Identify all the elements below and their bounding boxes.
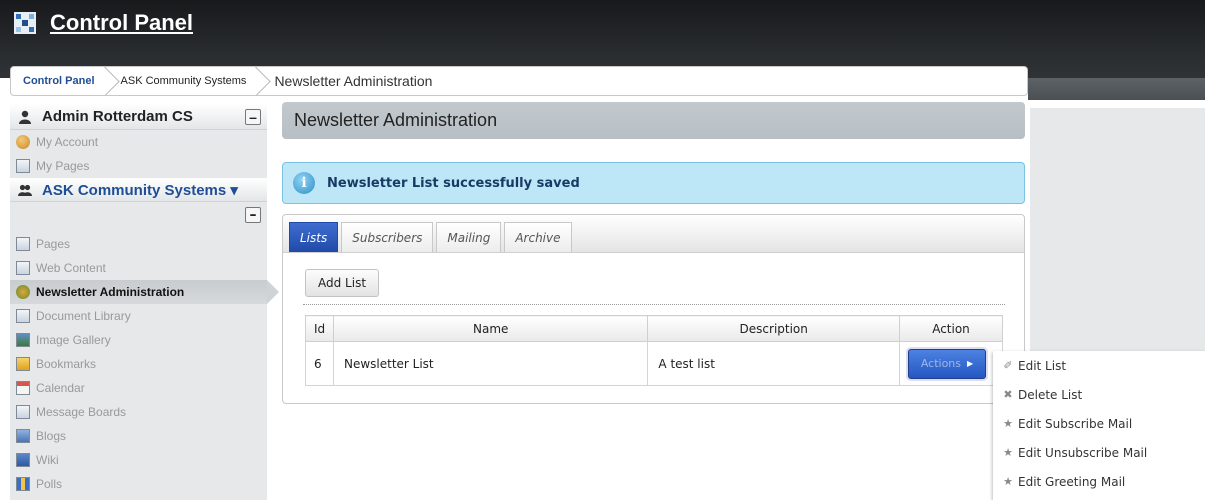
newsletter-icon <box>16 285 30 299</box>
tab-subscribers[interactable]: Subscribers <box>341 222 434 252</box>
caret-right-icon: ▶ <box>967 359 974 368</box>
tab-lists[interactable]: Lists <box>289 222 339 252</box>
cell-description: A test list <box>647 341 900 386</box>
sidebar-item-newsletter[interactable]: Newsletter Administration <box>10 280 279 304</box>
sidebar-item-image-gallery[interactable]: Image Gallery <box>10 328 267 352</box>
header-band <box>1028 78 1205 100</box>
sidebar: Admin Rotterdam CS – My Account My Pages… <box>10 104 279 500</box>
sidebar-user-header[interactable]: Admin Rotterdam CS – <box>10 104 267 130</box>
collapse-group-button[interactable]: – <box>245 207 261 223</box>
tab-mailing[interactable]: Mailing <box>436 222 502 252</box>
group-toolbar: – <box>10 202 267 232</box>
pages-icon <box>16 159 30 173</box>
wiki-icon <box>16 453 30 467</box>
breadcrumb: Control Panel ASK Community Systems News… <box>10 66 1028 96</box>
column-header-action: Action <box>899 315 1003 342</box>
sidebar-item-message-boards[interactable]: Message Boards <box>10 400 267 424</box>
info-icon: i <box>293 172 315 194</box>
sidebar-item-blogs[interactable]: Blogs <box>10 424 267 448</box>
delete-icon: ✖ <box>1003 388 1013 401</box>
divider <box>303 304 1005 305</box>
sidebar-item-bookmarks[interactable]: Bookmarks <box>10 352 267 376</box>
newsletter-portlet: Lists Subscribers Mailing Archive Add Li… <box>282 214 1025 404</box>
add-list-button[interactable]: Add List <box>305 269 380 297</box>
sidebar-user-name: Admin Rotterdam CS <box>42 108 193 125</box>
right-panel <box>1030 108 1205 351</box>
group-icon <box>18 184 32 196</box>
sidebar-item-calendar[interactable]: Calendar <box>10 376 267 400</box>
cell-action: Actions ▶ <box>899 341 1003 386</box>
column-header-description: Description <box>647 315 900 342</box>
sidebar-item-wiki[interactable]: Wiki <box>10 448 267 472</box>
menu-item-edit-subscribe-mail[interactable]: ★ Edit Subscribe Mail <box>993 409 1205 438</box>
column-header-name: Name <box>332 315 649 342</box>
cell-id: 6 <box>305 341 334 386</box>
sidebar-item-web-content[interactable]: Web Content <box>10 256 267 280</box>
breadcrumb-item-current: Newsletter Administration <box>274 73 433 89</box>
star-icon: ★ <box>1003 446 1013 459</box>
image-icon <box>16 333 30 347</box>
bookmark-icon <box>16 357 30 371</box>
sidebar-item-pages[interactable]: Pages <box>10 232 267 256</box>
sidebar-item-my-pages[interactable]: My Pages <box>10 154 267 178</box>
breadcrumb-item-community[interactable]: ASK Community Systems <box>109 67 261 95</box>
calendar-icon <box>16 381 30 395</box>
document-icon <box>16 309 30 323</box>
lists-table: Id Name Description Action 6 Newsletter … <box>305 315 1003 386</box>
alert-message: Newsletter List successfully saved <box>327 175 580 191</box>
web-content-icon <box>16 261 30 275</box>
table-row: 6 Newsletter List A test list Actions ▶ <box>305 341 1003 386</box>
sidebar-group-name: ASK Community Systems ▾ <box>42 181 238 199</box>
collapse-user-button[interactable]: – <box>245 109 261 125</box>
star-icon: ★ <box>1003 417 1013 430</box>
pages-icon <box>16 237 30 251</box>
account-icon <box>16 135 30 149</box>
breadcrumb-item-control-panel[interactable]: Control Panel <box>11 67 109 95</box>
sidebar-group-header[interactable]: ASK Community Systems ▾ <box>10 178 267 202</box>
cell-name: Newsletter List <box>332 341 649 386</box>
success-alert: i Newsletter List successfully saved <box>282 162 1025 204</box>
actions-button[interactable]: Actions ▶ <box>908 348 986 379</box>
menu-item-delete-list[interactable]: ✖ Delete List <box>993 380 1205 409</box>
edit-icon: ✐ <box>1003 359 1013 372</box>
user-icon <box>19 110 31 124</box>
logo-icon <box>14 12 36 34</box>
menu-item-edit-greeting-mail[interactable]: ★ Edit Greeting Mail <box>993 467 1205 496</box>
tab-archive[interactable]: Archive <box>504 222 572 252</box>
column-header-id: Id <box>305 315 334 342</box>
brand: Control Panel <box>14 8 193 38</box>
tab-bar: Lists Subscribers Mailing Archive <box>283 215 1024 253</box>
menu-item-edit-unsubscribe-mail[interactable]: ★ Edit Unsubscribe Mail <box>993 438 1205 467</box>
menu-item-edit-list[interactable]: ✐ Edit List <box>993 351 1205 380</box>
page-title: Newsletter Administration <box>282 102 1025 139</box>
sidebar-item-polls[interactable]: Polls <box>10 472 267 496</box>
control-panel-link[interactable]: Control Panel <box>50 10 193 36</box>
actions-menu: ✐ Edit List ✖ Delete List ★ Edit Subscri… <box>993 351 1205 500</box>
sidebar-item-document-library[interactable]: Document Library <box>10 304 267 328</box>
star-icon: ★ <box>1003 475 1013 488</box>
poll-icon <box>16 477 30 491</box>
sidebar-item-my-account[interactable]: My Account <box>10 130 267 154</box>
message-icon <box>16 405 30 419</box>
blog-icon <box>16 429 30 443</box>
